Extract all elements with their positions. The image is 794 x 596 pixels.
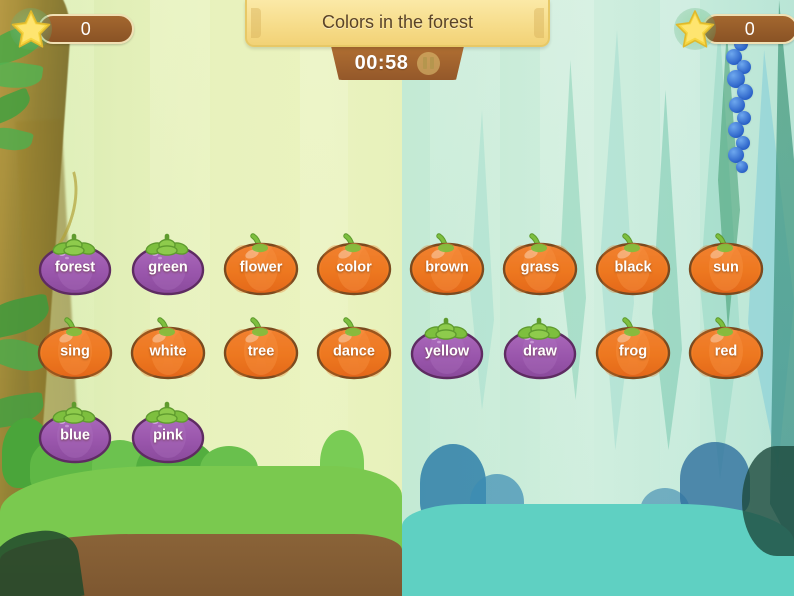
eggplant-shape — [503, 317, 577, 380]
score-value-left: 0 — [80, 18, 92, 39]
pumpkin-shape — [223, 233, 299, 296]
word-item-draw[interactable]: draw — [501, 317, 579, 382]
pause-bar-left — [423, 57, 428, 69]
page-title: Colors in the forest — [321, 12, 474, 32]
pumpkin-shape — [37, 317, 113, 380]
pumpkin-shape — [595, 233, 671, 296]
star-glyph — [11, 10, 51, 48]
word-item-dance[interactable]: dance — [315, 317, 393, 382]
pumpkin-shape — [223, 317, 299, 380]
word-item-yellow[interactable]: yellow — [408, 317, 486, 382]
timer-value: 00:58 — [354, 51, 409, 74]
word-item-tree[interactable]: tree — [222, 317, 300, 382]
eggplant-shape — [131, 401, 205, 464]
eggplant-shape — [38, 401, 112, 464]
pause-icon[interactable] — [417, 51, 441, 75]
berry — [736, 161, 748, 173]
star-icon — [672, 6, 718, 52]
score-value-right: 0 — [744, 18, 756, 39]
word-item-forest[interactable]: forest — [36, 233, 114, 298]
pumpkin-shape — [316, 317, 392, 380]
eggplant-shape — [38, 233, 112, 296]
word-item-sing[interactable]: sing — [36, 317, 114, 382]
pumpkin-shape — [316, 233, 392, 296]
word-item-grass[interactable]: grass — [501, 233, 579, 298]
eggplant-shape — [131, 233, 205, 296]
word-item-frog[interactable]: frog — [594, 317, 672, 382]
word-item-sun[interactable]: sun — [687, 233, 765, 298]
title-plaque: Colors in the forest — [245, 0, 550, 47]
timer-bar: 00:58 — [331, 46, 464, 80]
star-icon — [8, 6, 54, 52]
word-item-pink[interactable]: pink — [129, 401, 207, 466]
pumpkin-shape — [688, 233, 764, 296]
star-glyph — [675, 10, 715, 48]
pumpkin-shape — [688, 317, 764, 380]
word-item-flower[interactable]: flower — [222, 233, 300, 298]
word-item-red[interactable]: red — [687, 317, 765, 382]
ground-right — [402, 504, 794, 596]
word-item-blue[interactable]: blue — [36, 401, 114, 466]
pumpkin-shape — [502, 233, 578, 296]
pumpkin-shape — [409, 233, 485, 296]
word-item-black[interactable]: black — [594, 233, 672, 298]
word-item-color[interactable]: color — [315, 233, 393, 298]
word-item-white[interactable]: white — [129, 317, 207, 382]
pumpkin-shape — [595, 317, 671, 380]
score-badge-right: 0 — [672, 6, 794, 52]
eggplant-shape — [410, 317, 484, 380]
pumpkin-shape — [130, 317, 206, 380]
word-item-green[interactable]: green — [129, 233, 207, 298]
game-screen: 0 0 Colors in the forest 00:58 forest gr… — [0, 0, 794, 596]
word-item-brown[interactable]: brown — [408, 233, 486, 298]
background — [0, 0, 794, 596]
score-badge-left: 0 — [8, 6, 134, 52]
pause-bar-right — [430, 57, 435, 69]
